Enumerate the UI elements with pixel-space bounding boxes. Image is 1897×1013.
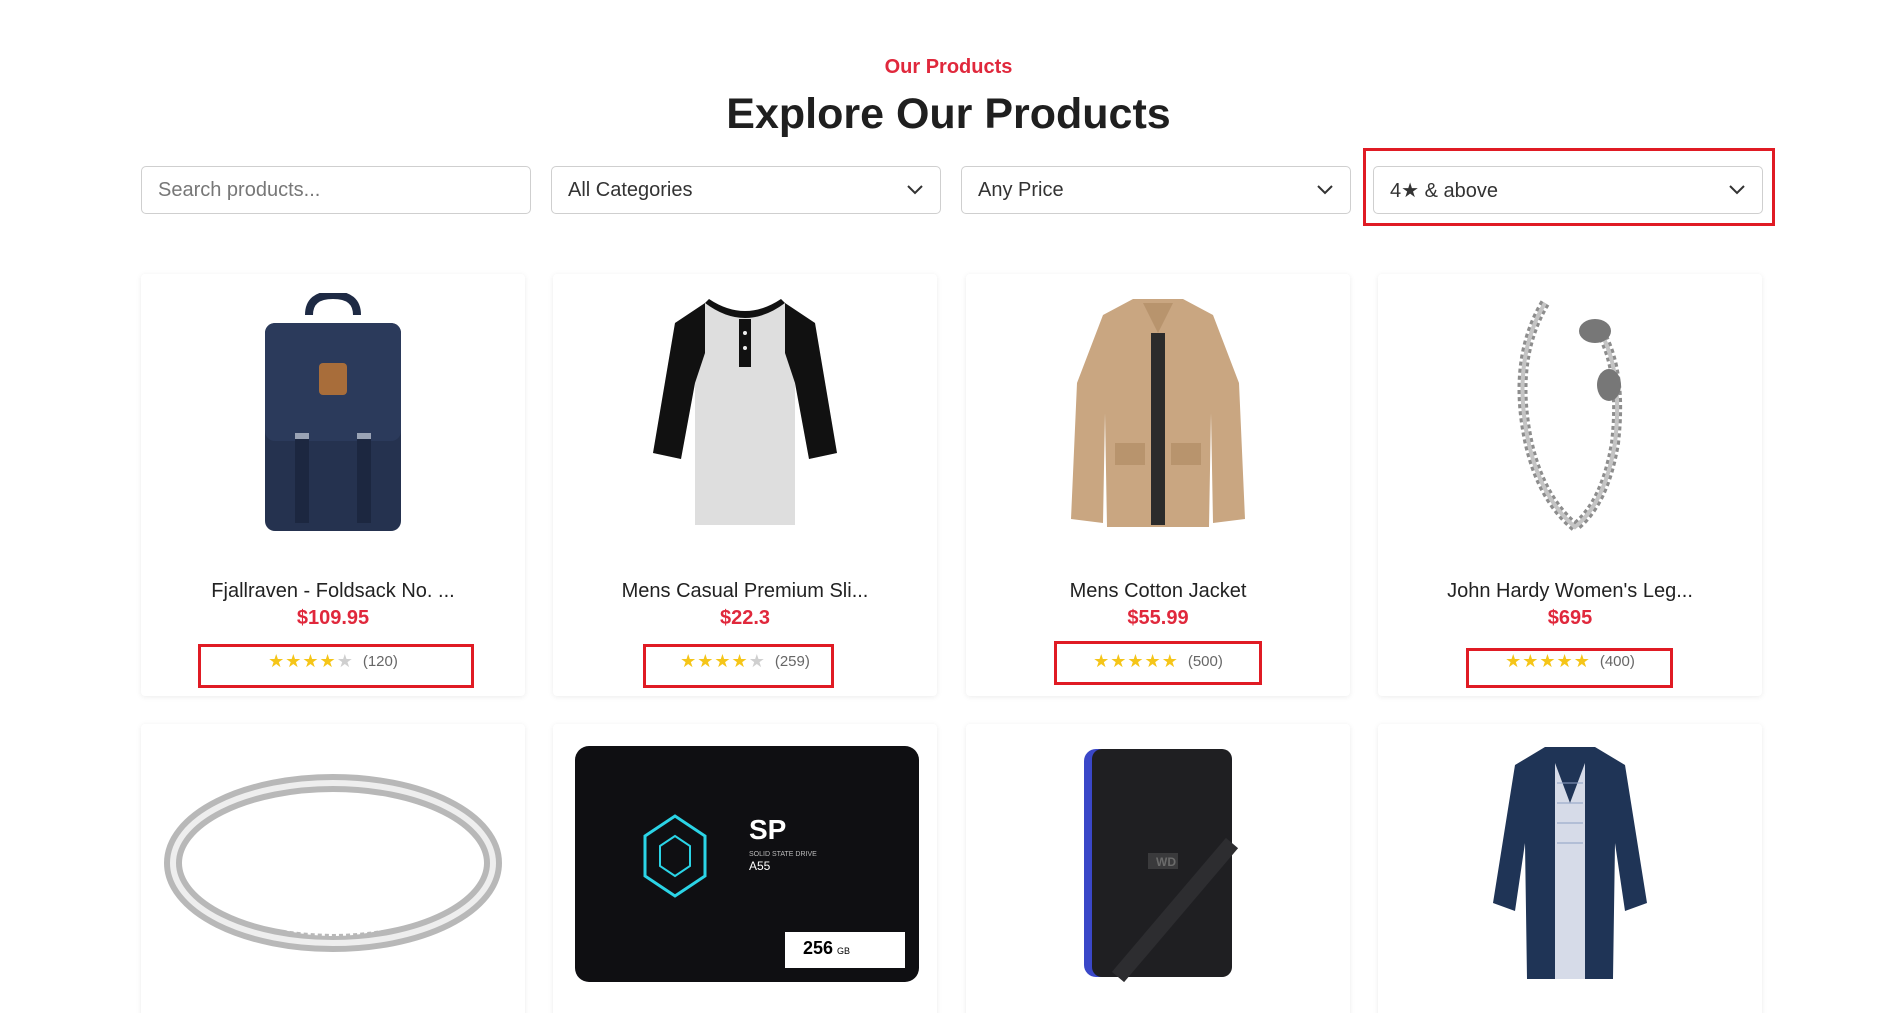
ssd-subtitle-text: SOLID STATE DRIVE [749, 851, 817, 858]
rating-stars: ★ ★ ★ ★ ★ [680, 652, 765, 670]
product-rating: ★ ★ ★ ★ ★ (400) [1378, 652, 1762, 670]
product-name[interactable]: Mens Cotton Jacket [966, 580, 1350, 603]
silver-diamond-ring-image [161, 738, 505, 988]
product-price: $109.95 [296, 607, 370, 629]
product-card[interactable] [1378, 724, 1762, 1013]
star-filled-icon: ★ [714, 651, 731, 671]
rating-stars: ★ ★ ★ ★ ★ [1093, 652, 1178, 670]
product-rating: ★ ★ ★ ★ ★ (120) [141, 652, 525, 670]
star-filled-icon: ★ [1573, 651, 1590, 671]
star-filled-icon: ★ [1505, 651, 1522, 671]
rating-select[interactable]: 4★ & above [1373, 166, 1763, 214]
navy-backpack-image [161, 288, 505, 538]
chevron-down-icon [906, 181, 924, 199]
star-empty-icon: ★ [748, 651, 765, 671]
raglan-henley-shirt-image [573, 288, 917, 538]
product-card[interactable]: Mens Cotton Jacket $55.99 ★ ★ ★ ★ ★ (500) [966, 274, 1350, 696]
star-filled-icon: ★ [1110, 651, 1127, 671]
chevron-down-icon [1728, 181, 1746, 199]
search-field[interactable] [141, 166, 531, 214]
drive-brand-text: WD [1156, 855, 1176, 869]
review-count: (500) [1187, 652, 1223, 670]
star-filled-icon: ★ [1539, 651, 1556, 671]
ssd-capacity-text: 256 [803, 938, 833, 958]
product-name[interactable]: John Hardy Women's Leg... [1378, 580, 1762, 603]
search-input[interactable] [158, 178, 514, 202]
portable-hard-drive-image: WD [986, 738, 1330, 988]
filter-bar: All Categories Any Price 4★ & above [141, 166, 1763, 214]
star-filled-icon: ★ [319, 651, 336, 671]
product-card[interactable]: WD [966, 724, 1350, 1013]
page-title: Explore Our Products [726, 90, 1171, 138]
star-filled-icon: ★ [268, 651, 285, 671]
product-card[interactable]: John Hardy Women's Leg... $695 ★ ★ ★ ★ ★ (40… [1378, 274, 1762, 696]
product-price: $695 [1547, 607, 1593, 629]
star-filled-icon: ★ [302, 651, 319, 671]
product-card[interactable] [141, 724, 525, 1013]
khaki-cotton-jacket-image [986, 288, 1330, 538]
chevron-down-icon [1316, 181, 1334, 199]
star-filled-icon: ★ [1522, 651, 1539, 671]
product-card[interactable]: Fjallraven - Foldsack No. ... $109.95 ★ ★… [141, 274, 525, 696]
product-card[interactable]: SP SOLID STATE DRIVE A55 256 GB [553, 724, 937, 1013]
product-card[interactable]: Mens Casual Premium Sli... $22.3 ★ ★ ★ ★ ★ (… [553, 274, 937, 696]
star-filled-icon: ★ [285, 651, 302, 671]
category-select-value: All Categories [568, 178, 693, 201]
star-filled-icon: ★ [1093, 651, 1110, 671]
eyebrow-label: Our Products [884, 56, 1013, 78]
rating-stars: ★ ★ ★ ★ ★ [1505, 652, 1590, 670]
star-filled-icon: ★ [1144, 651, 1161, 671]
ssd-model-text: A55 [749, 859, 771, 873]
star-filled-icon: ★ [680, 651, 697, 671]
product-rating: ★ ★ ★ ★ ★ (500) [966, 652, 1350, 670]
star-filled-icon: ★ [697, 651, 714, 671]
review-count: (400) [1599, 652, 1635, 670]
star-filled-icon: ★ [1161, 651, 1178, 671]
star-filled-icon: ★ [1127, 651, 1144, 671]
navy-rain-jacket-image [1398, 738, 1742, 988]
ssd-brand-text: SP [749, 814, 786, 845]
ssd-unit-text: GB [837, 946, 850, 956]
product-price: $55.99 [1127, 607, 1189, 629]
ssd-drive-image: SP SOLID STATE DRIVE A55 256 GB [575, 746, 919, 982]
product-rating: ★ ★ ★ ★ ★ (259) [553, 652, 937, 670]
price-select-value: Any Price [978, 178, 1064, 201]
rating-select-value: 4★ & above [1390, 179, 1498, 202]
price-select[interactable]: Any Price [961, 166, 1351, 214]
product-name[interactable]: Mens Casual Premium Sli... [553, 580, 937, 603]
star-filled-icon: ★ [1556, 651, 1573, 671]
star-empty-icon: ★ [336, 651, 353, 671]
dragon-chain-bracelet-image [1398, 288, 1742, 538]
review-count: (259) [774, 652, 810, 670]
product-name[interactable]: Fjallraven - Foldsack No. ... [141, 580, 525, 603]
rating-stars: ★ ★ ★ ★ ★ [268, 652, 353, 670]
review-count: (120) [362, 652, 398, 670]
category-select[interactable]: All Categories [551, 166, 941, 214]
star-filled-icon: ★ [731, 651, 748, 671]
product-price: $22.3 [719, 607, 771, 629]
